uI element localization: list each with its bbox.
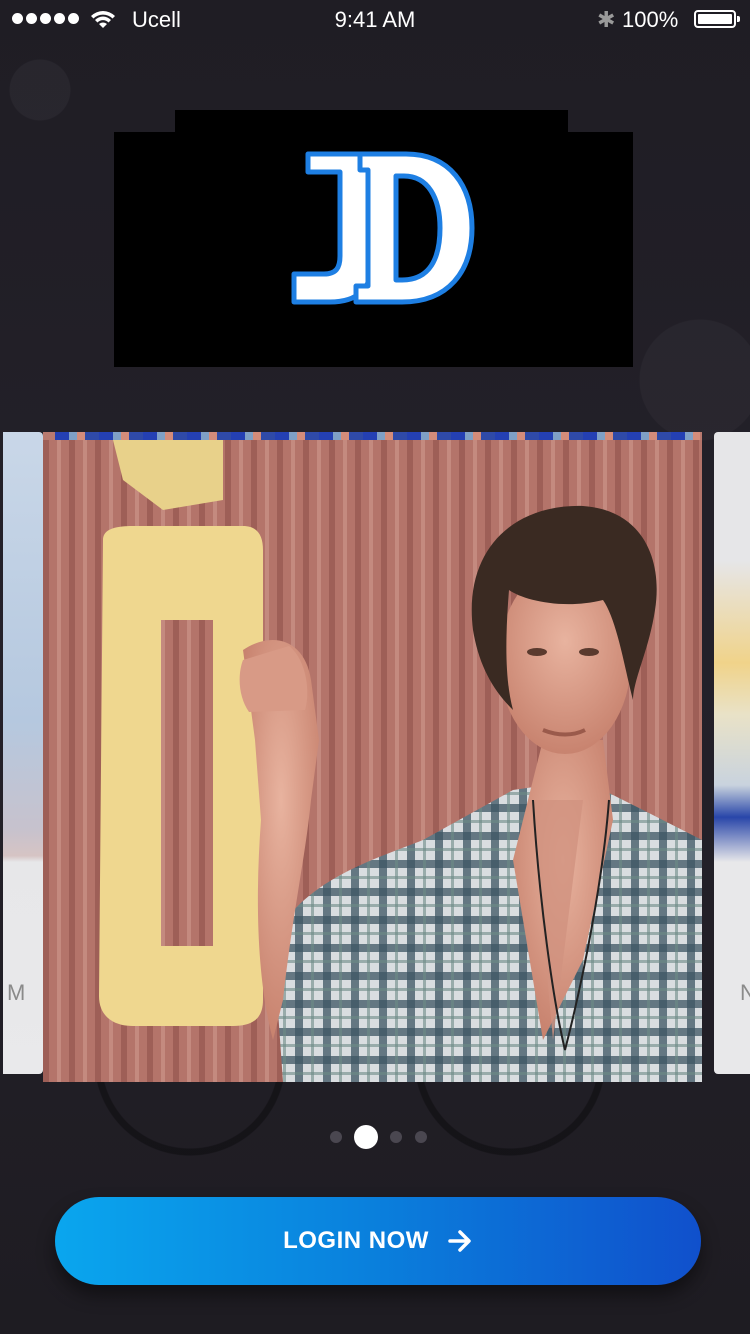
pagination-dot[interactable] — [330, 1131, 342, 1143]
portrait-photo — [43, 440, 702, 1082]
carousel-card-next[interactable]: N — [714, 432, 750, 1074]
login-now-button[interactable]: LOGIN NOW — [55, 1197, 701, 1285]
battery-percent: 100% — [622, 7, 679, 32]
carousel-pagination — [0, 1122, 750, 1152]
photo-carousel[interactable]: M N — [0, 432, 750, 1082]
status-bar: Ucell 9:41 AM ✱ 100% — [0, 0, 750, 40]
jd-logo — [291, 151, 475, 305]
login-button-label: LOGIN NOW — [283, 1227, 429, 1254]
carousel-card-current[interactable] — [43, 432, 702, 1082]
pagination-dot[interactable] — [415, 1131, 427, 1143]
bluetooth-icon: ✱ — [597, 7, 616, 32]
logo-banner-top — [175, 110, 568, 134]
carousel-card-previous[interactable]: M — [3, 432, 43, 1074]
next-card-caption: N — [740, 980, 750, 1005]
arrow-right-icon — [448, 1230, 471, 1252]
pagination-dot[interactable] — [390, 1131, 402, 1143]
battery-icon — [694, 10, 740, 28]
pagination-dot-active[interactable] — [354, 1125, 378, 1149]
previous-card-caption: M — [7, 980, 26, 1005]
